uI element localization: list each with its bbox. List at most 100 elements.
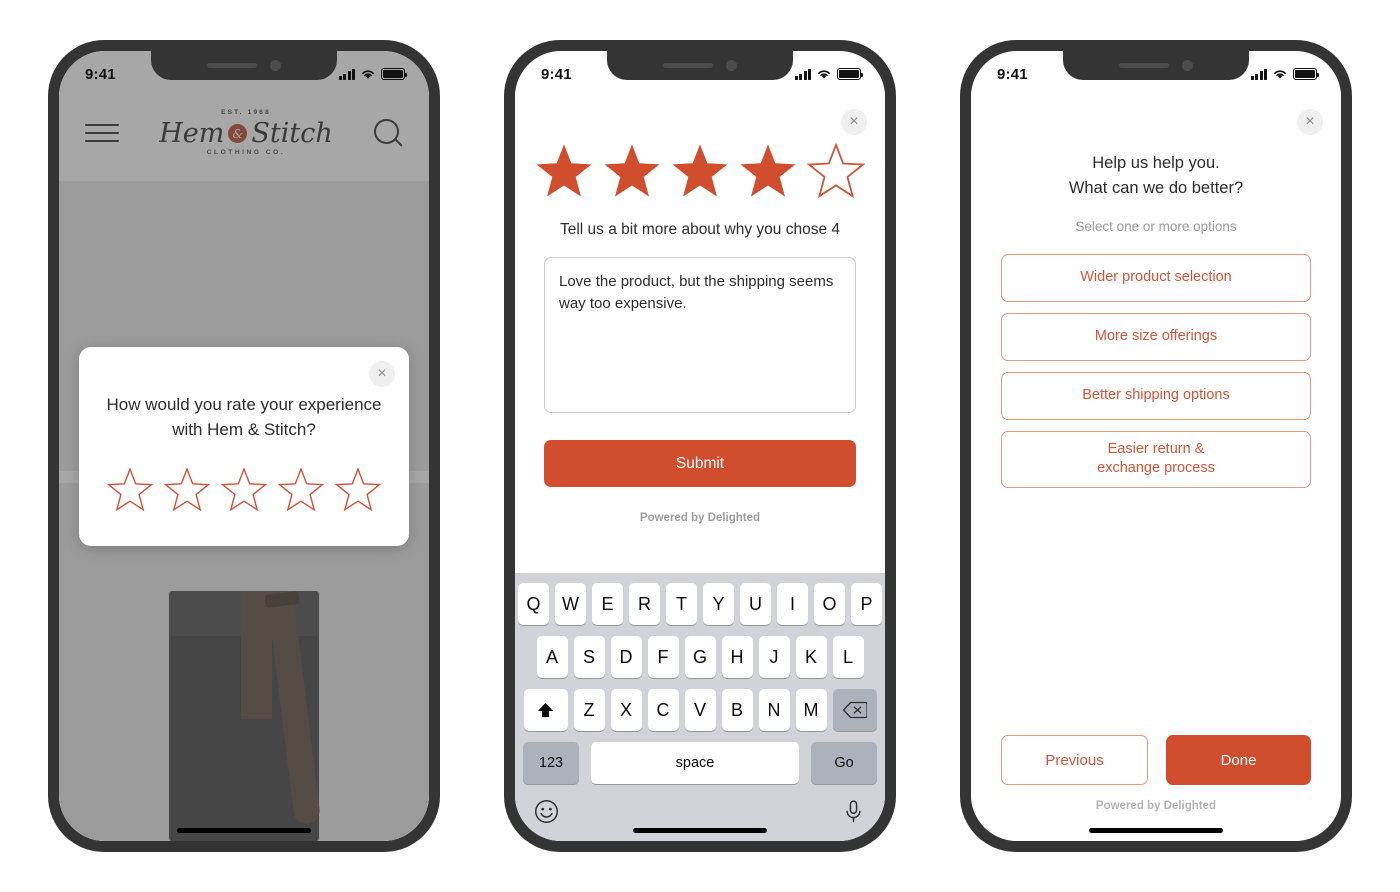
submit-button[interactable]: Submit — [544, 440, 856, 487]
key-f[interactable]: F — [647, 636, 679, 678]
star-3-filled[interactable] — [671, 141, 729, 199]
device-notch — [607, 51, 793, 80]
key-q[interactable]: Q — [518, 583, 549, 625]
options-pane: × Help us help you. What can we do bette… — [971, 51, 1341, 841]
key-l[interactable]: L — [832, 636, 864, 678]
key-y[interactable]: Y — [703, 583, 734, 625]
key-a[interactable]: A — [536, 636, 568, 678]
earpiece-speaker — [1119, 63, 1169, 68]
phone-3-options: × Help us help you. What can we do bette… — [960, 40, 1352, 852]
keyboard-row-3: Z X C V B N M — [518, 689, 882, 731]
device-notch — [151, 51, 337, 80]
battery-icon — [381, 68, 408, 80]
cellular-bars-icon — [1250, 68, 1267, 80]
close-icon[interactable]: × — [841, 109, 867, 135]
options-title-line2: What can we do better? — [1068, 178, 1244, 197]
star-rating-empty[interactable] — [105, 466, 383, 512]
star-1[interactable] — [107, 466, 153, 512]
earpiece-speaker — [663, 63, 713, 68]
phone-2-feedback: × Tell us a bit more about why you chose… — [504, 40, 896, 852]
key-k[interactable]: K — [795, 636, 827, 678]
options-footer-buttons: Previous Done — [1001, 735, 1311, 785]
key-c[interactable]: C — [647, 689, 679, 731]
close-icon[interactable]: × — [1297, 109, 1323, 135]
emoji-smiley-icon[interactable] — [534, 799, 559, 824]
option-more-size-offerings[interactable]: More size offerings — [1001, 312, 1311, 361]
backspace-icon[interactable] — [832, 689, 877, 731]
phone-3-screen: × Help us help you. What can we do bette… — [971, 51, 1341, 841]
star-1-filled[interactable] — [535, 141, 593, 199]
microphone-icon[interactable] — [841, 799, 866, 824]
status-time: 9:41 — [85, 65, 116, 83]
wifi-icon — [362, 70, 374, 79]
battery-icon — [1293, 68, 1320, 80]
status-icons — [1250, 68, 1320, 80]
key-x[interactable]: X — [610, 689, 642, 731]
keyboard-row-1: Q W E R T Y U I O P — [518, 583, 882, 625]
key-w[interactable]: W — [555, 583, 586, 625]
done-button[interactable]: Done — [1166, 735, 1311, 785]
shift-arrow-icon[interactable] — [523, 689, 568, 731]
feedback-pane: × Tell us a bit more about why you chose… — [515, 51, 885, 841]
key-v[interactable]: V — [684, 689, 716, 731]
keyboard-row-4: 123 space Go — [518, 742, 882, 784]
feedback-prompt: Tell us a bit more about why you chose 4 — [559, 221, 840, 238]
star-4-filled[interactable] — [739, 141, 797, 199]
options-content: × Help us help you. What can we do bette… — [971, 95, 1341, 841]
star-5[interactable] — [335, 466, 381, 512]
options-list: Wider product selection More size offeri… — [1001, 253, 1311, 488]
phone-2-screen: × Tell us a bit more about why you chose… — [515, 51, 885, 841]
key-h[interactable]: H — [721, 636, 753, 678]
option-wider-product-selection[interactable]: Wider product selection — [1001, 253, 1311, 302]
cellular-bars-icon — [794, 68, 811, 80]
key-i[interactable]: I — [777, 583, 808, 625]
key-n[interactable]: N — [758, 689, 790, 731]
key-b[interactable]: B — [721, 689, 753, 731]
star-3[interactable] — [221, 466, 267, 512]
status-icons — [794, 68, 864, 80]
previous-button[interactable]: Previous — [1001, 735, 1148, 785]
key-o[interactable]: O — [814, 583, 845, 625]
numbers-key[interactable]: 123 — [523, 742, 579, 784]
key-z[interactable]: Z — [573, 689, 605, 731]
front-camera — [1182, 60, 1193, 71]
options-title-line1: Help us help you. — [1092, 154, 1220, 172]
star-5-empty[interactable] — [807, 141, 865, 199]
options-title: Help us help you. What can we do better? — [971, 151, 1341, 201]
key-g[interactable]: G — [684, 636, 716, 678]
comment-textarea[interactable] — [544, 257, 856, 413]
screenshot-stage: EST. 1968 Hem & Stitch CLOTHING CO. × Ho… — [0, 0, 1400, 892]
rating-survey-card: × How would you rate your experience wit… — [79, 347, 409, 547]
key-d[interactable]: D — [610, 636, 642, 678]
key-m[interactable]: M — [795, 689, 827, 731]
keyboard-footer — [518, 795, 882, 824]
star-2-filled[interactable] — [603, 141, 661, 199]
key-p[interactable]: P — [851, 583, 882, 625]
powered-by-delighted: Powered by Delighted — [1095, 800, 1217, 812]
front-camera — [270, 60, 281, 71]
star-2[interactable] — [164, 466, 210, 512]
key-t[interactable]: T — [666, 583, 697, 625]
star-rating-selected[interactable] — [515, 141, 885, 199]
option-easier-return-exchange[interactable]: Easier return & exchange process — [1001, 430, 1311, 488]
go-key[interactable]: Go — [811, 742, 877, 784]
front-camera — [726, 60, 737, 71]
key-e[interactable]: E — [592, 583, 623, 625]
home-indicator — [1089, 828, 1223, 833]
key-r[interactable]: R — [629, 583, 660, 625]
key-u[interactable]: U — [740, 583, 771, 625]
battery-icon — [837, 68, 864, 80]
star-4[interactable] — [278, 466, 324, 512]
cellular-bars-icon — [338, 68, 355, 80]
phone-1-screen: EST. 1968 Hem & Stitch CLOTHING CO. × Ho… — [59, 51, 429, 841]
space-key[interactable]: space — [591, 742, 799, 784]
wifi-icon — [818, 70, 830, 79]
key-s[interactable]: S — [573, 636, 605, 678]
phone-1-storefront: EST. 1968 Hem & Stitch CLOTHING CO. × Ho… — [48, 40, 440, 852]
close-icon[interactable]: × — [369, 361, 395, 387]
earpiece-speaker — [207, 63, 257, 68]
option-better-shipping-options[interactable]: Better shipping options — [1001, 371, 1311, 420]
comment-field-wrap — [544, 257, 856, 418]
options-subtitle: Select one or more options — [1075, 218, 1237, 234]
key-j[interactable]: J — [758, 636, 790, 678]
